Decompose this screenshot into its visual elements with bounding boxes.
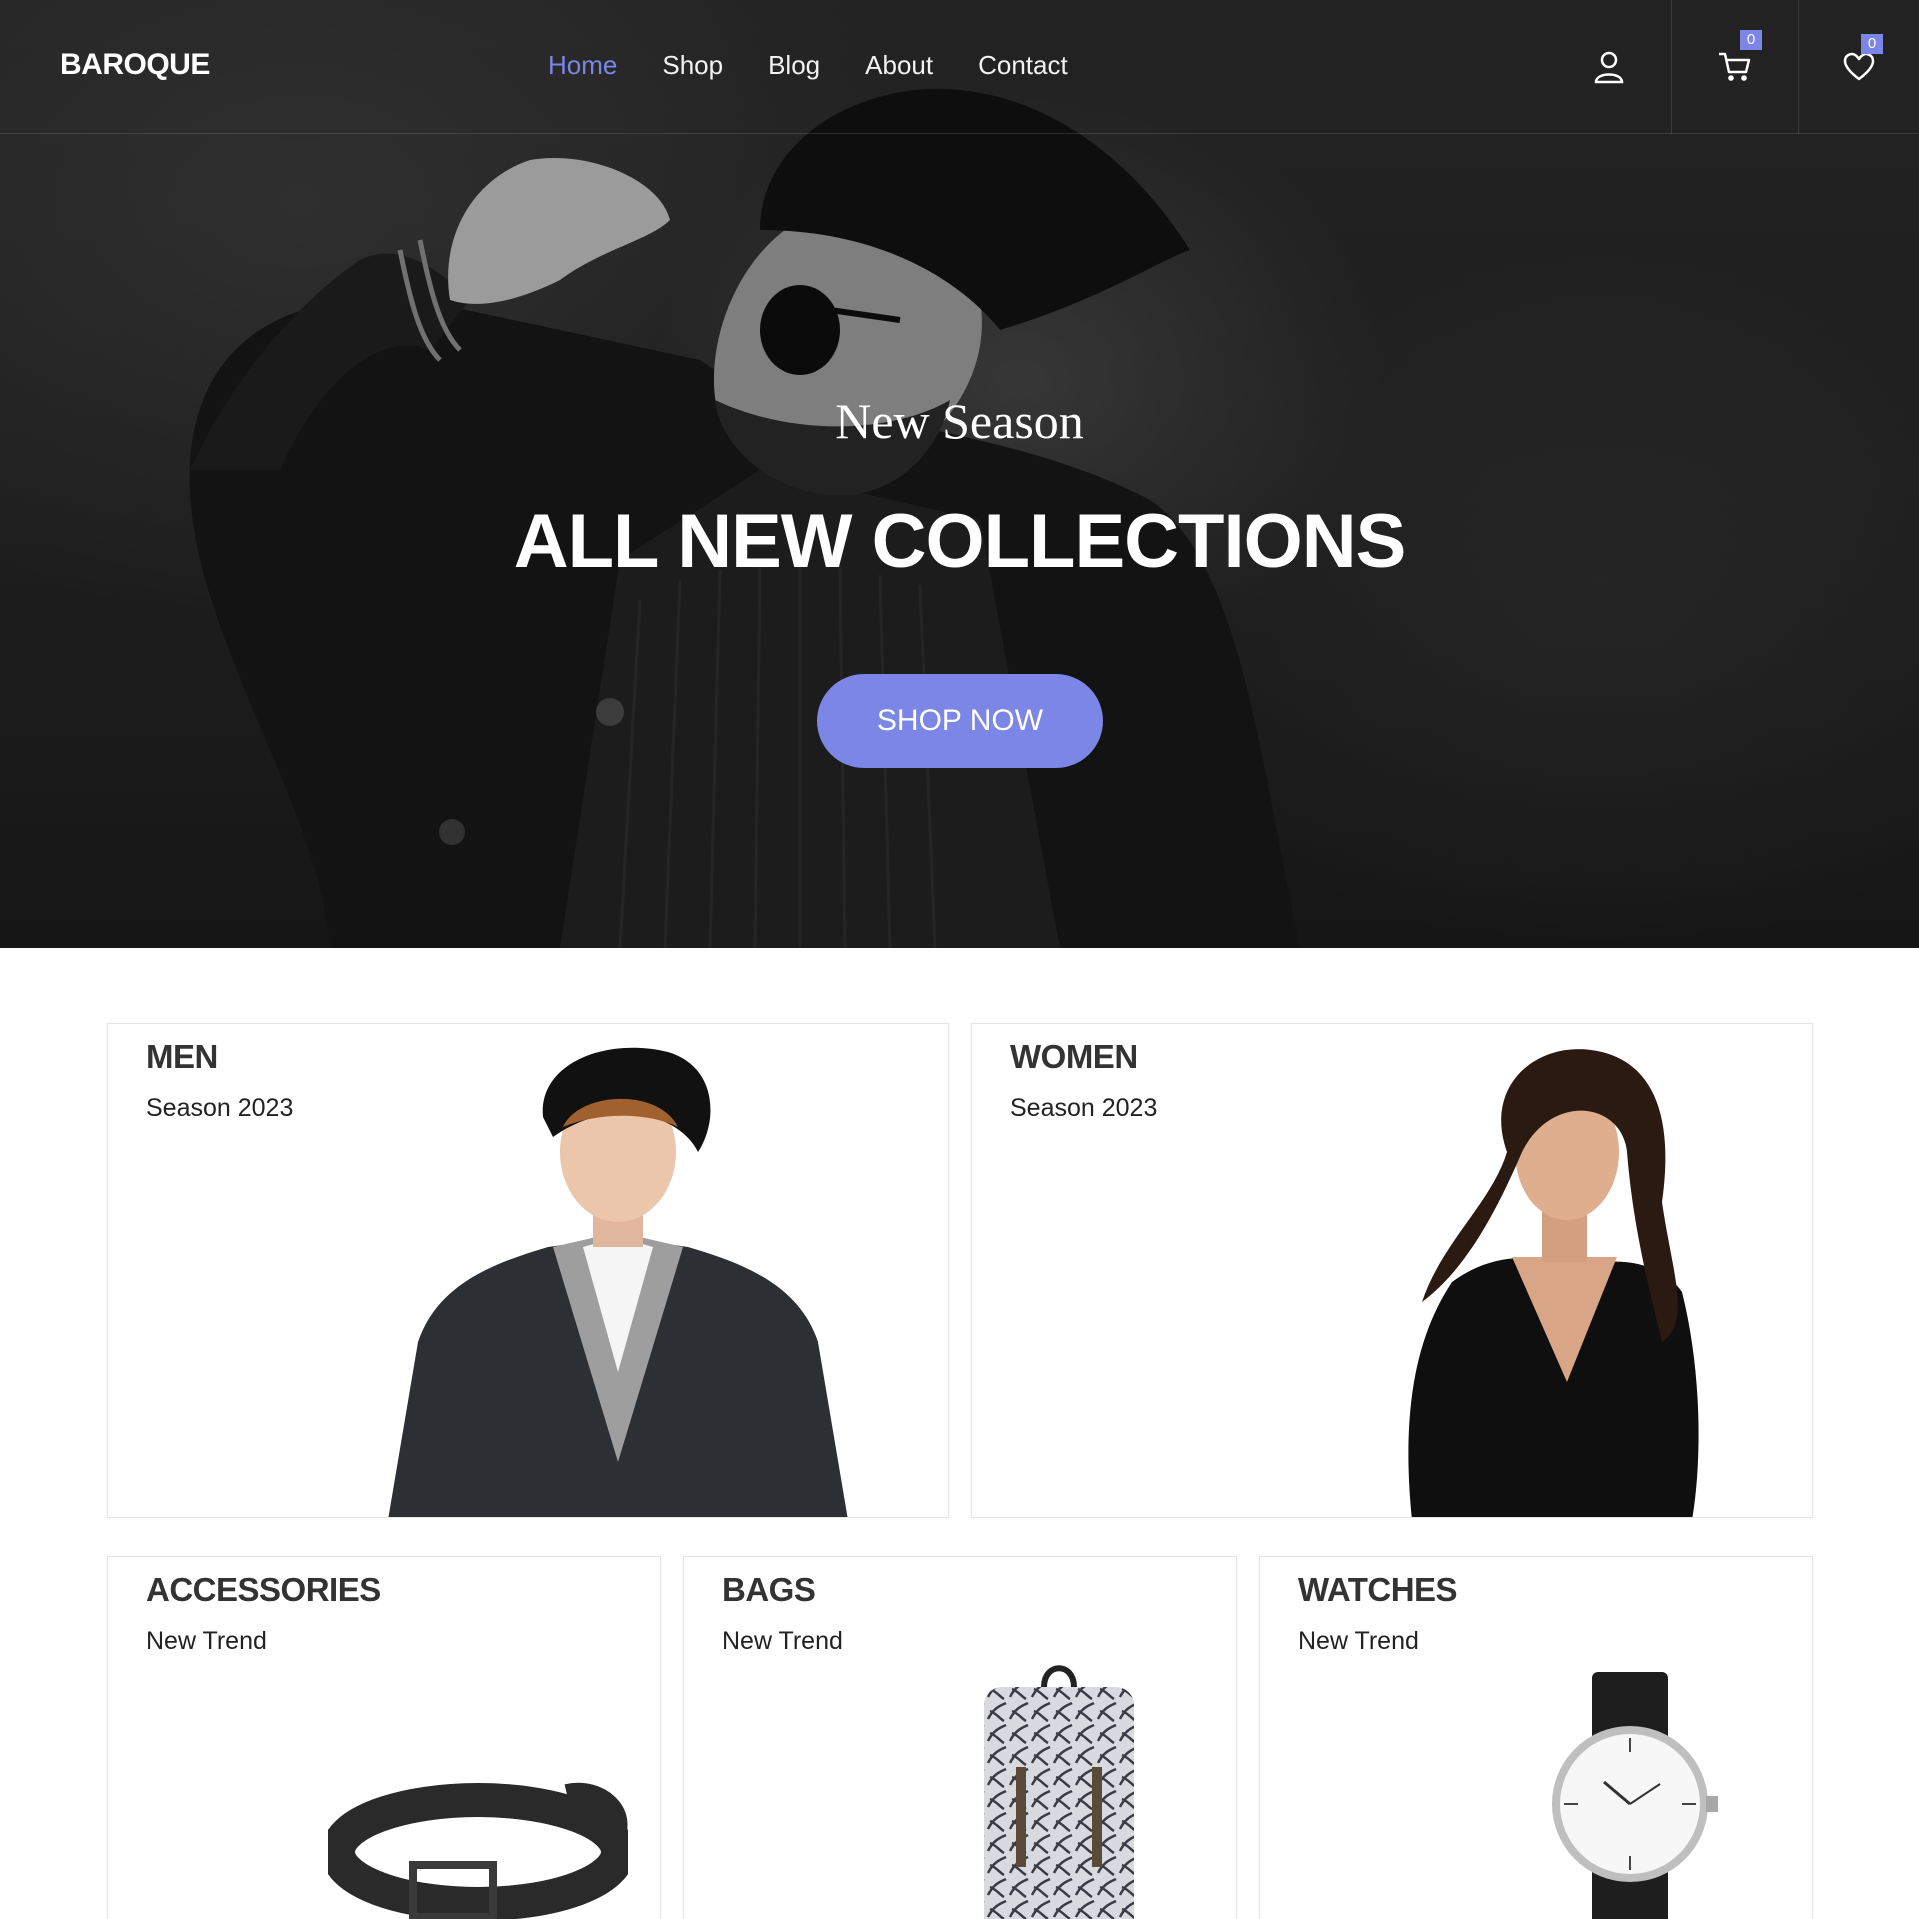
women-model-image — [1408, 1049, 1699, 1517]
category-title: ACCESSORIES — [146, 1571, 381, 1608]
site-header: BAROQUE Home Shop Blog About Contact 0 0 — [0, 0, 1919, 134]
men-model-image — [388, 1047, 848, 1517]
category-card-women[interactable]: WOMEN Season 2023 — [971, 1023, 1813, 1518]
category-card-bags[interactable]: BAGS New Trend — [683, 1556, 1237, 1919]
shop-now-button[interactable]: SHOP NOW — [817, 674, 1103, 768]
category-card-watches[interactable]: WATCHES New Trend — [1259, 1556, 1813, 1919]
main-nav: Home Shop Blog About Contact — [548, 50, 1113, 81]
category-subtitle: New Trend — [1298, 1627, 1419, 1655]
backpack-image — [984, 1665, 1134, 1919]
category-title: WATCHES — [1298, 1571, 1458, 1608]
category-title: BAGS — [722, 1571, 816, 1608]
cart-button[interactable]: 0 — [1671, 0, 1799, 134]
category-card-accessories[interactable]: ACCESSORIES New Trend — [107, 1556, 661, 1919]
watch-image — [1552, 1672, 1718, 1919]
nav-item-shop[interactable]: Shop — [662, 50, 723, 81]
nav-item-home[interactable]: Home — [548, 50, 617, 81]
category-card-men[interactable]: MEN Season 2023 — [107, 1023, 949, 1518]
category-subtitle: Season 2023 — [146, 1094, 294, 1122]
user-icon — [1594, 51, 1623, 84]
hero-subtitle: New Season — [835, 393, 1084, 449]
nav-item-blog[interactable]: Blog — [768, 50, 820, 81]
wishlist-count-badge: 0 — [1861, 34, 1883, 54]
category-title: WOMEN — [1010, 1038, 1138, 1075]
hero-banner: BAROQUE Home Shop Blog About Contact 0 0… — [0, 0, 1919, 948]
category-title: MEN — [146, 1038, 218, 1075]
cart-count-badge: 0 — [1740, 30, 1762, 50]
category-subtitle: New Trend — [722, 1627, 843, 1655]
heart-icon — [1843, 52, 1875, 81]
category-subtitle: New Trend — [146, 1627, 267, 1655]
nav-item-about[interactable]: About — [865, 50, 933, 81]
hero-title: ALL NEW COLLECTIONS — [513, 499, 1407, 584]
belt-image — [328, 1782, 628, 1919]
nav-item-contact[interactable]: Contact — [978, 50, 1068, 81]
hero-model-image — [0, 0, 1919, 948]
account-button[interactable] — [1546, 0, 1671, 134]
category-subtitle: Season 2023 — [1010, 1094, 1158, 1122]
wishlist-button[interactable]: 0 — [1799, 0, 1919, 134]
cart-icon — [1719, 52, 1751, 81]
brand-logo[interactable]: BAROQUE — [60, 48, 210, 82]
header-actions: 0 0 — [1546, 0, 1919, 134]
